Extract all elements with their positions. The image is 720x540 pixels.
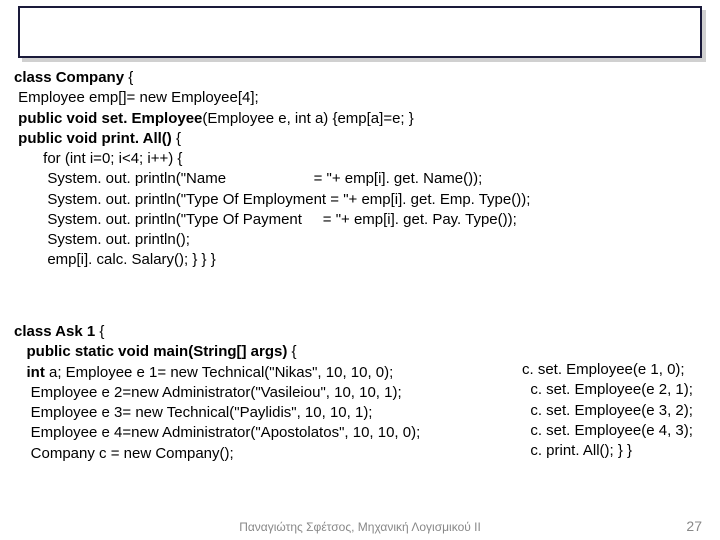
code-line: Company c = new Company(); bbox=[14, 444, 420, 464]
code-line: { bbox=[176, 130, 181, 147]
code-line: class Company bbox=[14, 69, 128, 86]
code-line: Employee e 4=new Administrator("Apostola… bbox=[14, 423, 420, 443]
code-line: Employee emp[]= new Employee[4]; bbox=[14, 88, 530, 108]
title-box bbox=[18, 6, 702, 58]
code-line: (Employee e, int a) {emp[a]=e; } bbox=[202, 110, 413, 127]
code-block-ask1: class Ask 1 { public static void main(St… bbox=[14, 322, 420, 464]
code-line: int bbox=[14, 364, 49, 381]
code-line: public void print bbox=[14, 130, 135, 147]
code-line: System. out. println("Name = "+ emp[i]. … bbox=[14, 169, 530, 189]
code-line: c. set. Employee(e 4, 3); bbox=[522, 421, 693, 441]
footer-text: Παναγιώτης Σφέτσος, Μηχανική Λογισμικού … bbox=[0, 520, 720, 534]
page-number: 27 bbox=[686, 518, 702, 534]
code-line: Employee e 2=new Administrator("Vasileio… bbox=[14, 383, 420, 403]
code-line: c. set. Employee(e 1, 0); bbox=[522, 360, 693, 380]
code-line: c. set. Employee(e 2, 1); bbox=[522, 380, 693, 400]
code-line: a; Employee e 1= new Technical("Nikas", … bbox=[49, 364, 393, 381]
code-line: System. out. println(); bbox=[14, 230, 530, 250]
code-line: { bbox=[99, 323, 104, 340]
code-line: public static void main(String[] args) bbox=[14, 343, 292, 360]
code-line: System. out. println("Type Of Payment = … bbox=[14, 210, 530, 230]
code-line: c. print. All(); } } bbox=[522, 441, 693, 461]
code-line: public void set bbox=[14, 110, 123, 127]
code-line: for (int i=0; i<4; i++) { bbox=[14, 149, 530, 169]
code-line: . Employee bbox=[123, 110, 202, 127]
code-line: { bbox=[292, 343, 297, 360]
code-line: class Ask 1 bbox=[14, 323, 99, 340]
code-line: System. out. println("Type Of Employment… bbox=[14, 190, 530, 210]
code-line: . All() bbox=[135, 130, 176, 147]
code-line: c. set. Employee(e 3, 2); bbox=[522, 401, 693, 421]
code-line: { bbox=[128, 69, 133, 86]
code-block-calls: c. set. Employee(e 1, 0); c. set. Employ… bbox=[522, 360, 693, 461]
code-line: emp[i]. calc. Salary(); } } } bbox=[14, 250, 530, 270]
code-block-company: class Company { Employee emp[]= new Empl… bbox=[14, 68, 530, 271]
code-line: Employee e 3= new Technical("Paylidis", … bbox=[14, 403, 420, 423]
